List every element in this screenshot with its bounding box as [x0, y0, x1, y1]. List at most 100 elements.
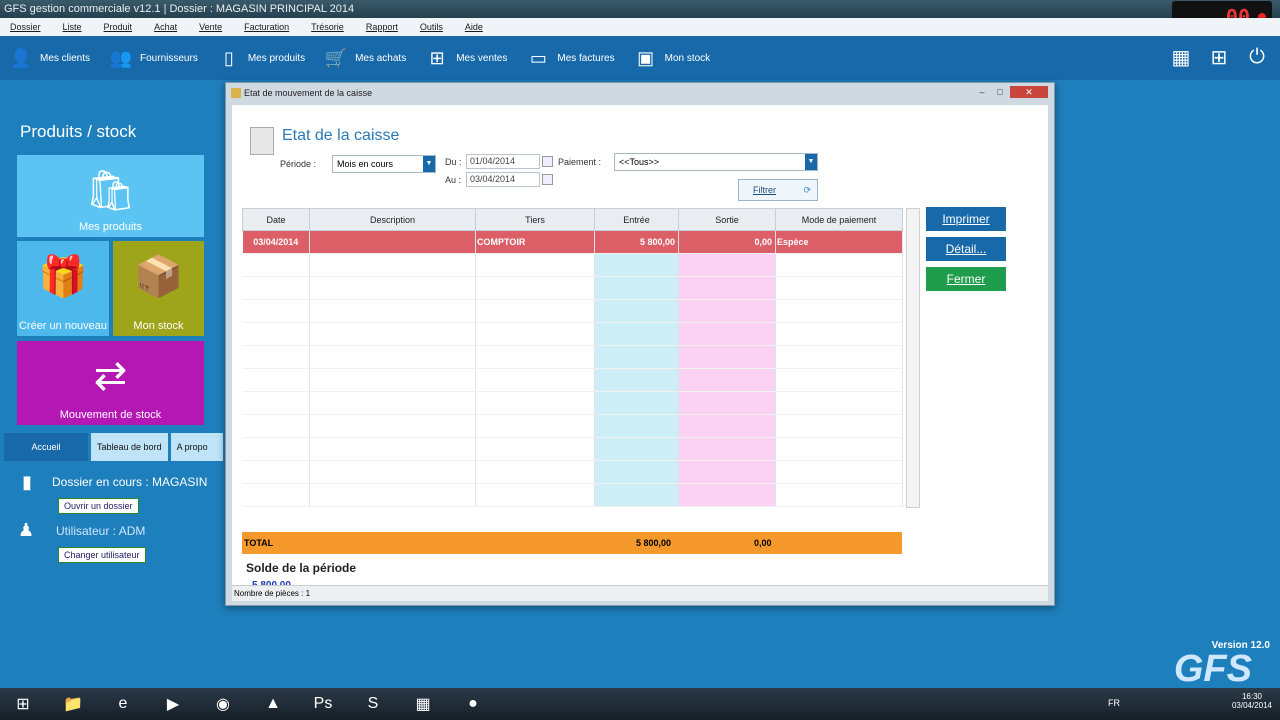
table-row[interactable]: [242, 345, 903, 369]
total-label: TOTAL: [244, 538, 274, 548]
date-to-field[interactable]: 03/04/2014: [466, 172, 553, 187]
shuffle-icon: ⇄: [93, 354, 128, 398]
table-header: Date Description Tiers Entrée Sortie Mod…: [242, 208, 903, 231]
menu-rapport[interactable]: Rapport: [366, 22, 398, 32]
menu-tresorie[interactable]: Trésorie: [311, 22, 344, 32]
dialog-heading: Etat de la caisse: [282, 127, 400, 144]
toolbar-fournisseurs[interactable]: 👥 Fournisseurs: [108, 45, 198, 71]
paiement-label: Paiement :: [558, 157, 602, 167]
close-button[interactable]: Fermer: [926, 267, 1006, 291]
close-window-button[interactable]: ✕: [1010, 86, 1048, 98]
dialog-titlebar: Etat de mouvement de la caisse – □ ✕: [226, 83, 1054, 103]
grid-icon[interactable]: ⊞: [1206, 44, 1232, 70]
table-row[interactable]: 03/04/2014 COMPTOIR 5 800,00 0,00 Espèce: [242, 230, 903, 254]
table-row[interactable]: [242, 414, 903, 438]
supplier-icon: 👥: [109, 47, 133, 68]
filter-button[interactable]: Filtrer ⟳: [738, 179, 818, 201]
table-row[interactable]: [242, 299, 903, 323]
language-indicator[interactable]: FR: [1108, 698, 1120, 708]
menu-produit[interactable]: Produit: [104, 22, 133, 32]
detail-button[interactable]: Détail...: [926, 237, 1006, 261]
tile-creer-nouveau[interactable]: 🎁 Créer un nouveau: [17, 241, 109, 336]
print-button[interactable]: Imprimer: [926, 207, 1006, 231]
menu-outils[interactable]: Outils: [420, 22, 443, 32]
dialog-title: Etat de mouvement de la caisse: [244, 88, 373, 98]
col-description[interactable]: Description: [309, 208, 476, 231]
power-icon[interactable]: ⏻: [1244, 44, 1270, 70]
gfs-app-icon[interactable]: ▦: [400, 690, 446, 718]
toolbar-achats[interactable]: 🛒 Mes achats: [323, 45, 406, 71]
table-row[interactable]: [242, 483, 903, 507]
chevron-down-icon: ▼: [423, 156, 435, 172]
paiement-select[interactable]: <<Tous>> ▼: [614, 153, 818, 171]
col-mode-paiement[interactable]: Mode de paiement: [775, 208, 903, 231]
calendar-icon[interactable]: [542, 174, 553, 185]
table-scrollbar[interactable]: [906, 208, 920, 508]
photoshop-icon[interactable]: Ps: [300, 690, 346, 718]
periode-select[interactable]: Mois en cours ▼: [332, 155, 436, 173]
toolbar-stock[interactable]: ▣ Mon stock: [633, 45, 710, 71]
home-tabs: Accueil Tableau de bord A propo: [4, 433, 223, 461]
chrome-icon[interactable]: ◉: [200, 690, 246, 718]
open-folder-button[interactable]: Ouvrir un dossier: [58, 498, 139, 514]
status-bar: Nombre de pièces : 1: [232, 585, 1048, 601]
toolbar-produits[interactable]: ▯ Mes produits: [216, 45, 305, 71]
table-row[interactable]: [242, 437, 903, 461]
media-player-icon[interactable]: ▶: [150, 690, 196, 718]
table-row[interactable]: [242, 276, 903, 300]
clock[interactable]: 16:30 03/04/2014: [1232, 692, 1272, 710]
tab-tableau-de-bord[interactable]: Tableau de bord: [91, 433, 168, 461]
solde-label: Solde de la période: [246, 561, 357, 575]
tab-accueil[interactable]: Accueil: [4, 433, 88, 461]
col-tiers[interactable]: Tiers: [475, 208, 595, 231]
table-row[interactable]: [242, 460, 903, 484]
table-row[interactable]: [242, 391, 903, 415]
table-row[interactable]: [242, 322, 903, 346]
section-title: Produits / stock: [20, 122, 137, 141]
table-row[interactable]: [242, 253, 903, 277]
menu-aide[interactable]: Aide: [465, 22, 483, 32]
vlc-icon[interactable]: ▲: [250, 690, 296, 718]
explorer-icon[interactable]: 📁: [50, 690, 96, 718]
person-icon: 👤: [9, 47, 33, 68]
refresh-icon: ⟳: [803, 185, 811, 195]
cash-dialog: Etat de mouvement de la caisse – □ ✕ Eta…: [225, 82, 1055, 606]
menu-vente[interactable]: Vente: [199, 22, 222, 32]
tab-a-propos[interactable]: A propo: [170, 433, 223, 461]
ie-icon[interactable]: e: [100, 690, 146, 718]
table-row[interactable]: [242, 368, 903, 392]
cash-report-icon: [250, 127, 274, 155]
plus-icon: ⊞: [429, 47, 445, 68]
window-title: GFS gestion commerciale v12.1 | Dossier …: [4, 3, 355, 15]
du-label: Du :: [445, 157, 462, 167]
calculator-icon[interactable]: ▦: [1168, 44, 1194, 70]
start-button[interactable]: ⊞: [0, 690, 46, 718]
maximize-button[interactable]: □: [992, 86, 1008, 98]
change-user-button[interactable]: Changer utilisateur: [58, 547, 146, 563]
tile-mes-produits[interactable]: 🛍 Mes produits: [17, 155, 204, 237]
user-icon: ♟: [18, 520, 35, 540]
tile-mouvement-stock[interactable]: ⇄ Mouvement de stock: [17, 341, 204, 425]
toolbar-factures[interactable]: ▭ Mes factures: [525, 45, 615, 71]
window-titlebar: GFS gestion commerciale v12.1 | Dossier …: [0, 0, 1280, 18]
col-date[interactable]: Date: [242, 208, 310, 231]
toolbar-clients[interactable]: 👤 Mes clients: [8, 45, 90, 71]
date-from-field[interactable]: 01/04/2014: [466, 154, 553, 169]
toolbar-ventes[interactable]: ⊞ Mes ventes: [424, 45, 508, 71]
cash-table: Date Description Tiers Entrée Sortie Mod…: [242, 208, 903, 507]
total-row: TOTAL 5 800,00 0,00: [242, 532, 902, 554]
calendar-icon[interactable]: [542, 156, 553, 167]
menu-dossier[interactable]: Dossier: [10, 22, 41, 32]
app-icon[interactable]: ●: [450, 690, 496, 718]
minimize-button[interactable]: –: [974, 86, 990, 98]
menu-facturation[interactable]: Facturation: [244, 22, 289, 32]
total-sortie: 0,00: [754, 538, 772, 548]
col-sortie[interactable]: Sortie: [678, 208, 776, 231]
col-entree[interactable]: Entrée: [594, 208, 679, 231]
menu-achat[interactable]: Achat: [154, 22, 177, 32]
tile-mon-stock[interactable]: 📦 Mon stock: [113, 241, 204, 336]
skype-icon[interactable]: S: [350, 690, 396, 718]
bag-icon: ▯: [223, 47, 234, 68]
menu-liste[interactable]: Liste: [63, 22, 82, 32]
dialog-body: Etat de la caisse Période : Mois en cour…: [232, 105, 1048, 601]
